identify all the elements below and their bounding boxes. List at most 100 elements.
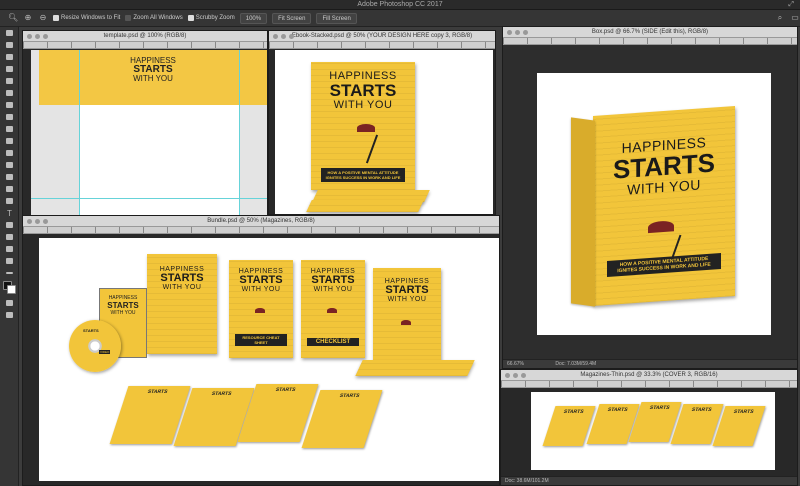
bundle-canvas: HAPPINESS STARTS WITH YOU HAPPINESS STAR… (39, 238, 499, 481)
ruler (23, 42, 267, 49)
shape-tool-icon[interactable] (0, 231, 19, 243)
ruler (503, 38, 797, 45)
resource-line3: WITH YOU (241, 286, 281, 293)
resize-windows-checkbox[interactable]: Resize Windows to Fit (53, 15, 120, 21)
zoom-value-button[interactable]: 100% (239, 12, 268, 24)
fullscreen-icon[interactable]: ⤢ (788, 1, 794, 9)
color-swatches[interactable] (0, 279, 19, 297)
move-tool-icon[interactable] (0, 27, 19, 39)
lasso-tool-icon[interactable] (0, 51, 19, 63)
window-template[interactable]: template.psd @ 100% (RGB/8) HAPPINESS ST… (22, 30, 268, 218)
magazines-canvas: STARTS STARTS STARTS STARTS STARTS (531, 392, 775, 470)
scrubby-zoom-checkbox[interactable]: Scrubby Zoom (187, 15, 235, 21)
box-zoom-readout: 66.67% (507, 361, 524, 367)
dvd-disc: STARTS VIDEO (69, 320, 121, 372)
window-box-header[interactable]: Box.psd @ 66.7% (SIDE (Edit this), RGB/8… (503, 27, 797, 38)
more-tools-icon[interactable] (0, 267, 19, 279)
window-bundle-title: Bundle.psd @ 50% (Magazines, RGB/8) (207, 218, 315, 224)
stacked-book (306, 200, 424, 212)
history-brush-tool-icon[interactable] (0, 135, 19, 147)
umbrella-icon (327, 308, 337, 313)
resource-tag: RESOURCE CHEAT SHEET (235, 334, 287, 346)
marquee-tool-icon[interactable] (0, 39, 19, 51)
cover-line3: WITH YOU (333, 99, 393, 111)
screen-mode-icon[interactable] (0, 309, 19, 321)
magazine-title: STARTS (606, 407, 629, 413)
ebook-cover: HAPPINESS STARTS WITH YOU HOW A POSITIVE… (311, 62, 415, 190)
template-title: HAPPINESS STARTS WITH YOU (39, 56, 267, 83)
window-magazines-header[interactable]: Magazines-Thin.psd @ 33.3% (COVER 3, RGB… (501, 370, 797, 381)
box-tagline: HOW A POSITIVE MENTAL ATTITUDE IGNITES S… (607, 253, 721, 277)
pen-tool-icon[interactable] (0, 195, 19, 207)
ruler (501, 381, 797, 388)
window-bundle[interactable]: Bundle.psd @ 50% (Magazines, RGB/8) HAPP… (22, 215, 500, 486)
dvd-line3: WITH YOU (110, 310, 136, 316)
magazines-status-bar: Doc: 38.6M/101.2M (501, 476, 797, 485)
disc-video-label: VIDEO (99, 350, 111, 354)
resize-windows-label: Resize Windows to Fit (61, 15, 121, 21)
quick-mask-icon[interactable] (0, 297, 19, 309)
window-bundle-header[interactable]: Bundle.psd @ 50% (Magazines, RGB/8) (23, 216, 499, 227)
template-title-line3: WITH YOU (133, 74, 173, 83)
window-template-title: template.psd @ 100% (RGB/8) (103, 33, 187, 39)
hand-tool-icon[interactable] (0, 243, 19, 255)
window-ebook[interactable]: Ebook-Stacked.psd @ 50% (YOUR DESIGN HER… (268, 30, 496, 215)
zoom-all-checkbox[interactable]: Zoom All Windows (125, 15, 183, 21)
crop-tool-icon[interactable] (0, 75, 19, 87)
search-icon[interactable]: ⌕ (775, 13, 785, 23)
brush-tool-icon[interactable] (0, 111, 19, 123)
dodge-tool-icon[interactable] (0, 183, 19, 195)
checklist-line2: STARTS (311, 274, 355, 286)
healing-tool-icon[interactable] (0, 99, 19, 111)
box-canvas: HAPPINESS STARTS WITH YOU HOW A POSITIVE… (537, 73, 771, 335)
type-tool-icon[interactable]: T (0, 207, 19, 219)
zoom-out-icon[interactable]: ⊖ (38, 13, 48, 23)
bundle-book-checklist: HAPPINESS STARTS WITH YOU CHECKLIST (301, 260, 365, 358)
box-side (571, 117, 595, 307)
stacked-book (355, 360, 475, 376)
app-title: Adobe Photoshop CC 2017 (357, 1, 443, 8)
eraser-tool-icon[interactable] (0, 147, 19, 159)
blur-tool-icon[interactable] (0, 171, 19, 183)
template-canvas: HAPPINESS STARTS WITH YOU (31, 50, 267, 217)
magazines-doc-size: Doc: 38.6M/101.2M (505, 478, 549, 484)
bundle-box: HAPPINESS STARTS WITH YOU (147, 254, 217, 354)
bundle-book-main: HAPPINESS STARTS WITH YOU (373, 268, 441, 368)
window-magazines-title: Magazines-Thin.psd @ 33.3% (COVER 3, RGB… (580, 372, 718, 378)
guide (239, 50, 240, 217)
window-box-title: Box.psd @ 66.7% (SIDE (Edit this), RGB/8… (591, 29, 709, 35)
window-magazines[interactable]: Magazines-Thin.psd @ 33.3% (COVER 3, RGB… (500, 369, 798, 486)
disc-line2: STARTS (83, 328, 99, 333)
window-box[interactable]: Box.psd @ 66.7% (SIDE (Edit this), RGB/8… (502, 26, 798, 369)
magazine-title: STARTS (648, 405, 671, 411)
umbrella-icon (401, 320, 411, 325)
path-select-tool-icon[interactable] (0, 219, 19, 231)
box-doc-size: Doc: 7.03M/59.4M (555, 361, 597, 367)
fit-screen-button[interactable]: Fit Screen (272, 12, 312, 24)
figure-icon (365, 134, 379, 164)
ebook-canvas: HAPPINESS STARTS WITH YOU HOW A POSITIVE… (275, 50, 493, 214)
workspace-icon[interactable]: ▭ (790, 13, 800, 23)
box-status-bar: 66.67% Doc: 7.03M/59.4M (503, 359, 797, 368)
zoom-in-icon[interactable]: ⊕ (23, 13, 33, 23)
fill-screen-button[interactable]: Fill Screen (316, 12, 357, 24)
gradient-tool-icon[interactable] (0, 159, 19, 171)
guide (79, 50, 80, 217)
resource-line2: STARTS (239, 274, 283, 286)
main-line2: STARTS (385, 284, 429, 296)
magazine-title: STARTS (690, 407, 713, 413)
ruler (269, 42, 495, 49)
quick-select-tool-icon[interactable] (0, 63, 19, 75)
window-template-header[interactable]: template.psd @ 100% (RGB/8) (23, 31, 267, 42)
zoom-all-label: Zoom All Windows (133, 15, 183, 21)
stamp-tool-icon[interactable] (0, 123, 19, 135)
cover-tagline: HOW A POSITIVE MENTAL ATTITUDE IGNITES S… (321, 168, 405, 182)
window-ebook-header[interactable]: Ebook-Stacked.psd @ 50% (YOUR DESIGN HER… (269, 31, 495, 42)
eyedropper-tool-icon[interactable] (0, 87, 19, 99)
zoom-tool-icon[interactable]: 🔍︎ (8, 13, 18, 23)
box-front: HAPPINESS STARTS WITH YOU HOW A POSITIVE… (593, 106, 735, 306)
template-title-line2: STARTS (133, 64, 173, 75)
template-body (79, 105, 239, 217)
zoom-tool-icon-2[interactable] (0, 255, 19, 267)
scrubby-zoom-label: Scrubby Zoom (195, 15, 235, 21)
